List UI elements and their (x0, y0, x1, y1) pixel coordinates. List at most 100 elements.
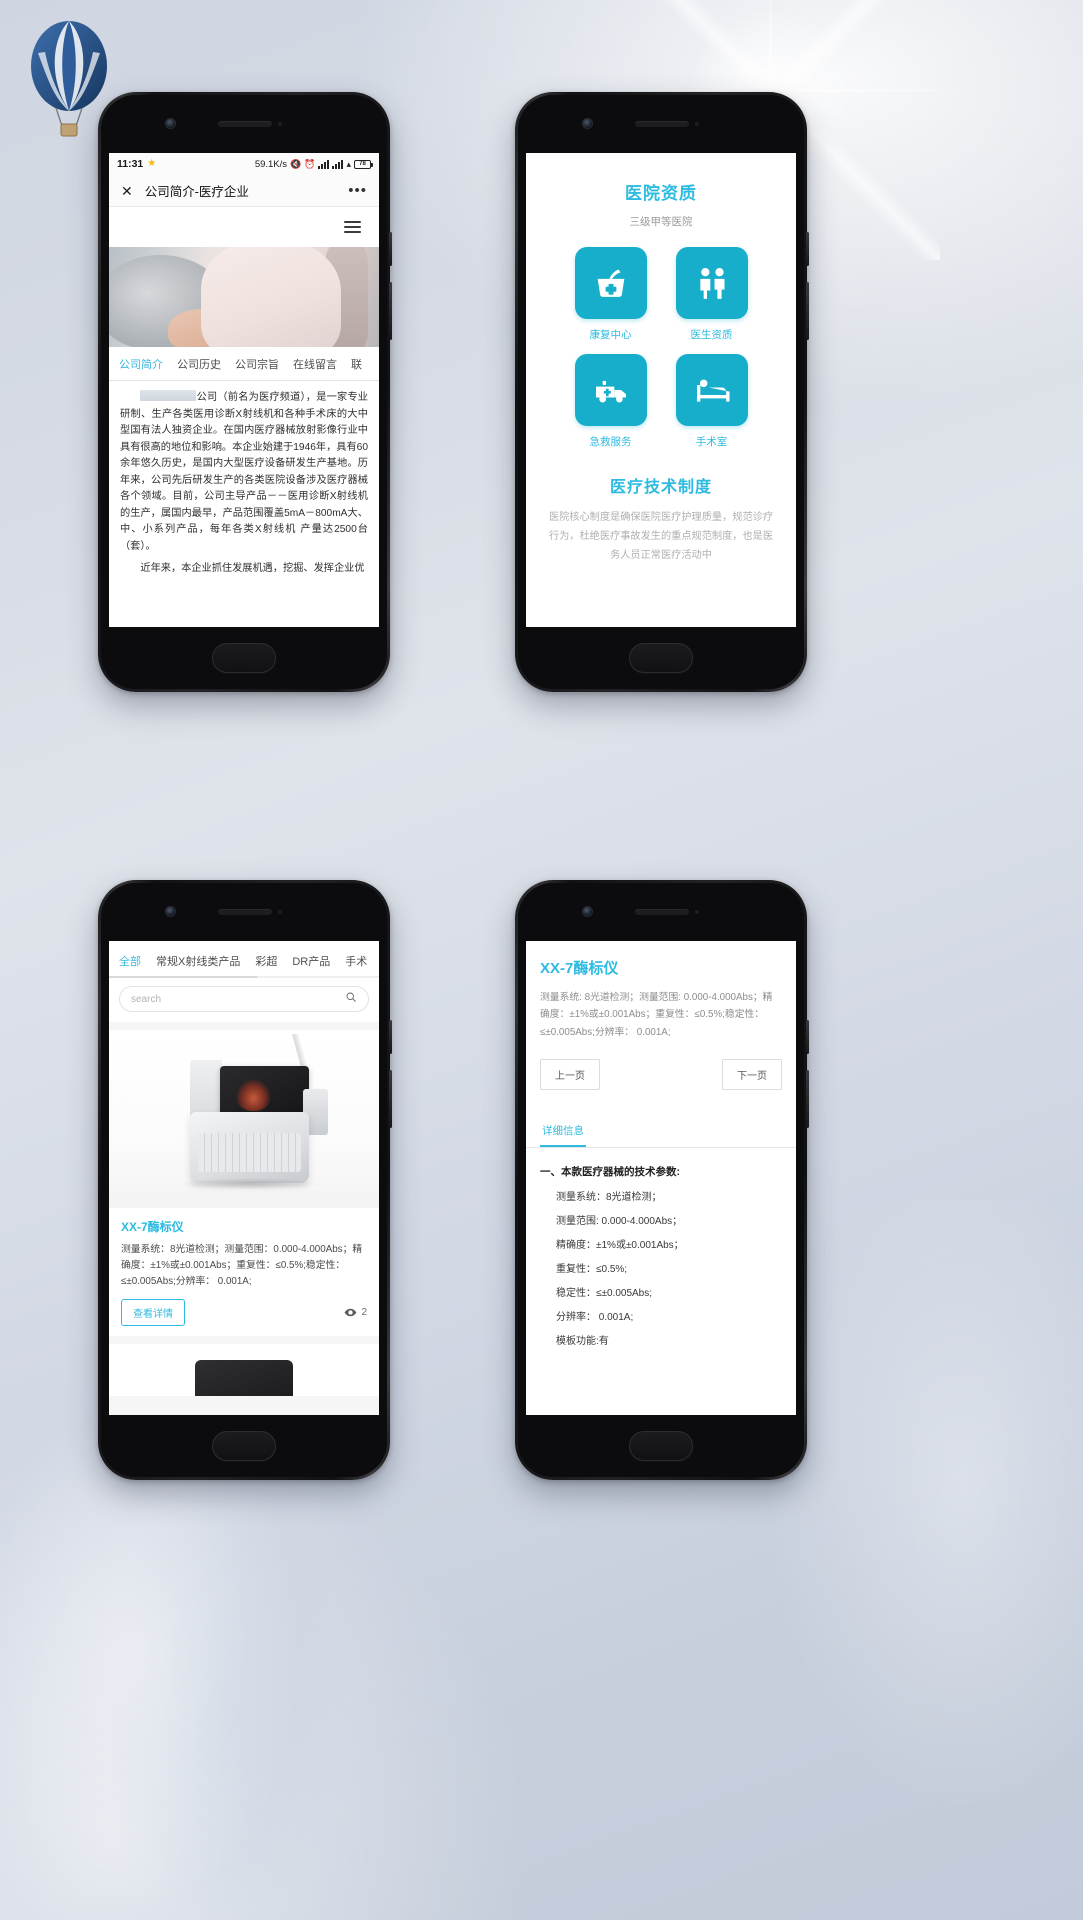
screen-hospital-qualification: 医院资质 三级甲等医院 康复中心 医生资质 急救服务 手术室 医疗技术制度 医院… (526, 153, 796, 627)
proximity-sensor-icon (695, 910, 699, 914)
detail-product-title: XX-7酶标仪 (540, 960, 619, 977)
service-tile-emergency[interactable]: 急救服务 (560, 354, 661, 449)
site-header (109, 207, 379, 247)
spec-item: 精确度：±1%或±0.001Abs； (556, 1240, 684, 1252)
tab-detail-info[interactable]: 详细信息 (540, 1116, 586, 1148)
tab-company-history[interactable]: 公司历史 (177, 356, 221, 372)
front-camera-icon (166, 119, 175, 128)
tab-company-mission[interactable]: 公司宗旨 (235, 356, 279, 372)
service-label-operating-room: 手术室 (695, 436, 728, 448)
wechat-webview-bar: ✕ 公司简介-医疗企业 ••• (109, 175, 379, 207)
tab-contact[interactable]: 联 (351, 356, 362, 372)
phone-mockup-product-detail: XX-7酶标仪 测量系统: 8光道检测；测量范围: 0.000-4.000Abs… (515, 880, 809, 1480)
phone-mockup-hospital-qualification: 医院资质 三级甲等医院 康复中心 医生资质 急救服务 手术室 医疗技术制度 医院… (515, 92, 809, 692)
spec-item: 模板功能:有 (556, 1336, 609, 1348)
redacted-company-name (140, 390, 197, 401)
network-speed: 59.1K/s (254, 158, 288, 170)
tab-dr-products[interactable]: DR产品 (292, 953, 330, 969)
phone-volume-button[interactable] (806, 1070, 809, 1128)
hero-scarf-shape (325, 247, 369, 347)
mute-icon: 🔇 (290, 158, 302, 169)
tab-company-intro[interactable]: 公司简介 (119, 356, 163, 372)
product-card-next[interactable] (109, 1343, 379, 1396)
home-button[interactable] (212, 1431, 276, 1461)
home-button[interactable] (212, 643, 276, 673)
nav-tabs[interactable]: 公司简介 公司历史 公司宗旨 在线留言 联 (109, 347, 379, 381)
prev-page-button[interactable]: 上一页 (540, 1059, 600, 1091)
proximity-sensor-icon (278, 910, 282, 914)
search-input[interactable]: search (119, 986, 369, 1012)
phone-side-button[interactable] (806, 1020, 809, 1054)
product-card[interactable]: XX-7酶标仪 测量系统：8光道检测；测量范围：0.000-4.000Abs；精… (109, 1030, 379, 1336)
earpiece-speaker (635, 121, 689, 127)
star-icon: ★ (147, 158, 157, 169)
ambulance-icon (574, 354, 647, 426)
spec-item: 稳定性：≤±0.005Abs; (556, 1288, 653, 1300)
service-label-rehab: 康复中心 (589, 329, 632, 341)
earpiece-speaker (218, 121, 272, 127)
product-description: 测量系统：8光道检测；测量范围：0.000-4.000Abs；精确度：±1%或±… (121, 1244, 363, 1287)
phone-bezel-bottom (101, 1415, 387, 1477)
tab-all[interactable]: 全部 (119, 953, 141, 969)
article-body: 公司（前名为医疗频道），是一家专业研制、生产各类医用诊断X射线机和各种手术床的大… (109, 381, 379, 578)
spec-item: 分辨率： 0.001A; (556, 1312, 634, 1324)
service-tile-rehab[interactable]: 康复中心 (560, 247, 661, 342)
spec-section-title: 一、本款医疗器械的技术参数: (540, 1166, 680, 1179)
view-detail-button[interactable]: 查看详情 (121, 1298, 185, 1326)
spec-item: 测量范围: 0.000-4.000Abs； (556, 1216, 683, 1228)
tab-xray-products[interactable]: 常规X射线类产品 (156, 953, 240, 969)
phone-volume-button[interactable] (806, 282, 809, 340)
doctor-people-icon (675, 247, 748, 319)
phone-volume-button[interactable] (389, 282, 392, 340)
hero-arm-shape (168, 309, 244, 347)
first-aid-basket-icon (574, 247, 647, 319)
phone-bezel-top (101, 95, 387, 153)
signal-bars-icon-2 (332, 159, 344, 169)
proximity-sensor-icon (695, 122, 699, 126)
phone-side-button[interactable] (389, 232, 392, 266)
phone-mockup-product-list: 全部 常规X射线类产品 彩超 DR产品 手术 search XX-7酶标仪 测量… (98, 880, 392, 1480)
tab-color-ultrasound[interactable]: 彩超 (255, 953, 277, 969)
more-options-icon[interactable]: ••• (348, 183, 367, 197)
spec-item: 测量系统：8光道检测； (556, 1192, 662, 1204)
view-count-value: 2 (361, 1306, 367, 1318)
section-body-medical-tech: 医院核心制度是确保医院医疗护理质量，规范诊疗行为，杜绝医疗事故发生的重点规范制度… (548, 512, 774, 561)
section-title-hospital: 医院资质 (625, 184, 697, 203)
hospital-bed-icon (675, 354, 748, 426)
view-count: 2 (344, 1306, 367, 1319)
service-tile-operating-room[interactable]: 手术室 (661, 354, 762, 449)
screen-product-detail: XX-7酶标仪 测量系统: 8光道检测；测量范围: 0.000-4.000Abs… (526, 941, 796, 1415)
home-button[interactable] (629, 1431, 693, 1461)
search-area: search (109, 978, 379, 1022)
phone-side-button[interactable] (389, 1020, 392, 1054)
search-icon[interactable] (345, 990, 357, 1008)
battery-icon: 78 (354, 159, 373, 169)
screen-company-profile: 11:31 ★ 59.1K/s 🔇 ⏰ ▴ 78 ✕ 公司简介-医疗企业 ••• (109, 153, 379, 627)
phone-bezel-top (518, 95, 804, 153)
ultrasound-keyboard-shape (198, 1133, 301, 1173)
tab-online-message[interactable]: 在线留言 (293, 356, 337, 372)
wifi-icon: ▴ (346, 158, 351, 169)
status-bar: 11:31 ★ 59.1K/s 🔇 ⏰ ▴ 78 (109, 153, 379, 175)
product-title: XX-7酶标仪 (121, 1220, 184, 1234)
service-label-emergency: 急救服务 (589, 436, 632, 448)
service-tile-grid: 康复中心 医生资质 急救服务 手术室 (526, 247, 796, 449)
service-label-doctor: 医生资质 (690, 329, 733, 341)
product-category-tabs[interactable]: 全部 常规X射线类产品 彩超 DR产品 手术 (109, 941, 379, 978)
home-button[interactable] (629, 643, 693, 673)
ultrasound-shadow (179, 1177, 320, 1191)
tab-surgery[interactable]: 手术 (345, 953, 367, 969)
section-subtitle-hospital: 三级甲等医院 (629, 216, 693, 228)
hero-image (109, 247, 379, 347)
alarm-icon: ⏰ (304, 158, 316, 169)
phone-volume-button[interactable] (389, 1070, 392, 1128)
product-card-footer: 查看详情 2 (109, 1290, 379, 1326)
phone-bezel-bottom (518, 627, 804, 689)
service-tile-doctor[interactable]: 医生资质 (661, 247, 762, 342)
article-paragraph-2: 近年来，本企业抓住发展机遇，挖掘、发挥企业优 (140, 563, 365, 575)
next-page-button[interactable]: 下一页 (722, 1059, 782, 1091)
hamburger-menu-icon[interactable] (344, 221, 361, 233)
phone-side-button[interactable] (806, 232, 809, 266)
phone-bezel-top (101, 883, 387, 941)
close-icon[interactable]: ✕ (121, 184, 133, 198)
